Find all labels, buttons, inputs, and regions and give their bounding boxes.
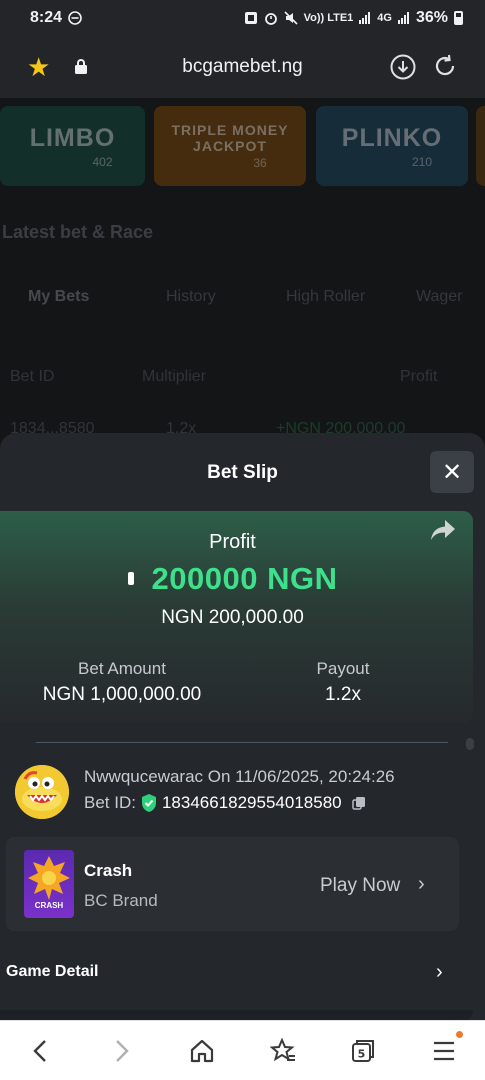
browser-toolbar: ★ bcgamebet.ng (0, 36, 485, 98)
notification-icon (244, 12, 257, 24)
copy-icon[interactable] (351, 796, 366, 810)
scroll-indicator (466, 738, 474, 750)
sheet-title: Bet Slip (207, 462, 278, 483)
bet-id-row: Bet ID: 1834661829554018580 (84, 793, 366, 813)
profit-card: Profit 200000 NGN NGN 200,000.00 Bet Amo… (0, 511, 473, 723)
menu-button[interactable] (430, 1037, 458, 1065)
play-now-button[interactable]: Play Now (320, 875, 400, 897)
browser-nav-bar: 5 (0, 1020, 485, 1080)
notification-dot (456, 1031, 463, 1038)
verified-shield-icon (141, 794, 156, 812)
chevron-right-icon: › (418, 873, 425, 895)
game-brand: BC Brand (84, 891, 158, 910)
tabs-icon: 5 (352, 1040, 374, 1062)
bet-slip-sheet: Bet Slip ✕ Profit 200000 NGN NGN 200,000… (0, 433, 485, 1020)
back-arrow-icon (33, 1040, 46, 1062)
back-button[interactable] (26, 1037, 54, 1065)
coin-icon (127, 572, 134, 585)
payout-value: 1.2x (325, 684, 361, 705)
hamburger-menu-icon (434, 1041, 454, 1061)
status-bar: 8:24 Vo)) LTE1 4G 36% (0, 0, 485, 36)
tabs-button[interactable]: 5 (349, 1037, 377, 1065)
signal-icon (359, 12, 371, 24)
battery-icon (454, 11, 463, 25)
game-card[interactable]: CRASH Crash BC Brand Play Now › (6, 837, 459, 931)
game-thumb-label: CRASH (34, 901, 64, 910)
forward-button[interactable] (108, 1037, 136, 1065)
payout-label: Payout (316, 659, 370, 678)
alarm-icon (264, 13, 277, 25)
game-name: Crash (84, 861, 133, 880)
bet-id-label: Bet ID: (84, 793, 136, 812)
game-thumbnail: CRASH (24, 850, 74, 918)
close-button[interactable]: ✕ (430, 451, 474, 493)
profit-label: Profit (209, 531, 256, 553)
home-icon (190, 1039, 214, 1063)
divider (36, 742, 448, 743)
signal-icon-2 (397, 12, 409, 24)
close-icon: ✕ (441, 458, 463, 486)
game-detail-row[interactable]: Game Detail (6, 963, 98, 981)
mute-icon (284, 11, 298, 25)
profit-converted: NGN 200,000.00 (161, 607, 304, 628)
bet-id-value: 1834661829554018580 (161, 793, 342, 812)
home-button[interactable] (188, 1037, 216, 1065)
chevron-right-icon[interactable]: › (436, 961, 443, 984)
volte-label: Vo)) LTE1 (303, 12, 354, 24)
clock: 8:24 (30, 9, 63, 26)
do-not-disturb-icon (68, 11, 82, 25)
svg-text:5: 5 (358, 1048, 366, 1061)
network-type-label: 4G (377, 12, 392, 24)
bet-amount-value: NGN 1,000,000.00 (42, 684, 202, 705)
forward-arrow-icon (116, 1040, 129, 1062)
sheet-footer-edge (0, 1010, 473, 1020)
bet-amount-label: Bet Amount (78, 659, 166, 678)
avatar (15, 765, 69, 819)
bookmarks-star-icon (270, 1038, 295, 1062)
reload-icon[interactable] (432, 53, 458, 79)
profit-amount: 200000 NGN (0, 561, 465, 597)
download-icon[interactable] (390, 54, 416, 80)
bet-user-time: Nwwqucewarac On 11/06/2025, 20:24:26 (84, 767, 395, 786)
bookmarks-button[interactable] (269, 1037, 297, 1065)
battery-percent: 36% (415, 9, 448, 26)
avatar-face-icon (15, 765, 69, 819)
